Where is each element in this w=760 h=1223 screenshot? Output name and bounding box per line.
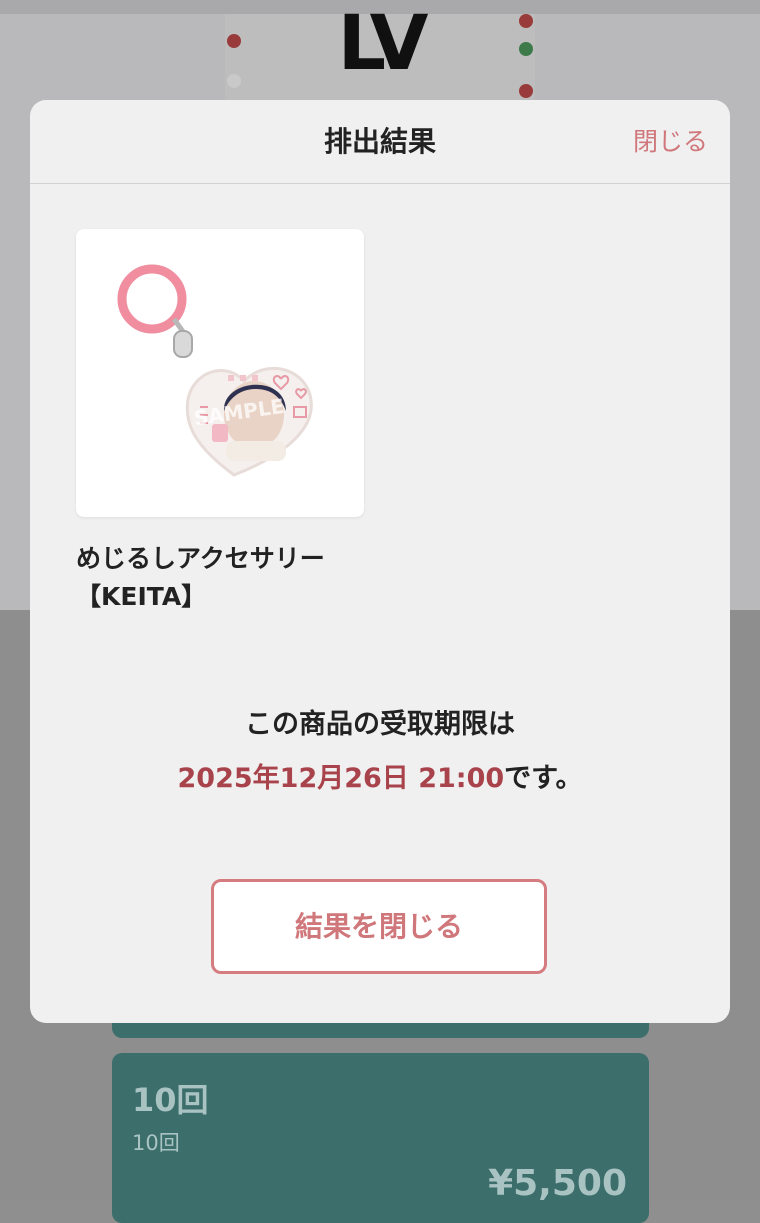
banner-dot [519, 84, 533, 98]
plan-price: ¥5,500 [488, 1163, 627, 1204]
item-name-line1: めじるしアクセサリー [76, 544, 325, 573]
event-banner: LV [225, 5, 535, 114]
banner-left-stripe [225, 14, 241, 114]
deadline-label: この商品の受取期限は [245, 709, 515, 740]
heart-keychain-image: SAMPLE [117, 264, 313, 477]
item-image-card[interactable]: SAMPLE [76, 229, 364, 517]
deadline-suffix: です。 [504, 763, 583, 794]
plan-title: 10回 [132, 1081, 209, 1119]
result-modal: 排出結果 閉じる SAMPLE めじるしアクセサリー 【KEITA】 この商品の… [30, 100, 730, 1023]
plan-subtitle: 10回 [132, 1131, 180, 1155]
item-name: めじるしアクセサリー 【KEITA】 [76, 540, 436, 616]
banner-dot [227, 34, 241, 48]
clasp-icon [173, 330, 193, 358]
deadline-date: 2025年12月26日 21:00 [177, 763, 505, 794]
plan-card-10[interactable]: 10回 10回 ¥5,500 [112, 1053, 649, 1223]
banner-right-stripe [519, 14, 535, 114]
modal-title: 排出結果 [323, 125, 436, 158]
close-link[interactable]: 閉じる [633, 100, 708, 183]
deadline-line: 2025年12月26日 21:00です。 [30, 756, 730, 795]
banner-dot [519, 14, 533, 28]
item-name-line2: 【KEITA】 [76, 582, 207, 611]
banner-dot [519, 42, 533, 56]
modal-header: 排出結果 閉じる [30, 100, 730, 184]
brand-logo: LV [337, 0, 429, 87]
close-result-button[interactable]: 結果を閉じる [211, 879, 547, 974]
banner-dot [227, 74, 241, 88]
